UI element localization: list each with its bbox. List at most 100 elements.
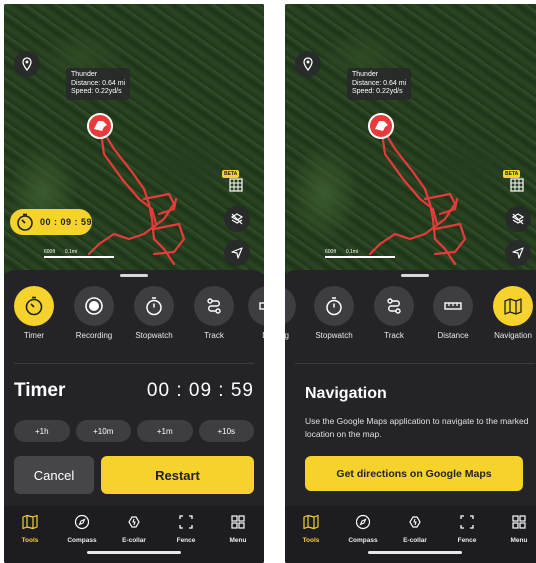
page-title: Navigation	[305, 385, 387, 402]
screen-navigation: Thunder Distance: 0.64 mi Speed: 0.22yd/…	[285, 4, 536, 563]
ruler-icon	[444, 302, 462, 310]
tool-label: Distance	[437, 331, 469, 340]
tab-bar: Tools Compass E-collar Fence Menu	[285, 506, 536, 563]
track-icon	[207, 298, 221, 314]
tab-label: Menu	[510, 537, 528, 544]
tool-label: Stopwatch	[135, 331, 173, 340]
dog-info-tooltip: Thunder Distance: 0.64 mi Speed: 0.22yd/…	[66, 68, 131, 100]
beta-badge: BETA	[222, 170, 240, 178]
dog-distance: Distance: 0.64 mi	[71, 79, 126, 87]
stopwatch-icon	[326, 297, 342, 316]
sheet-handle[interactable]	[120, 274, 148, 277]
tool-track[interactable]: Track	[187, 286, 241, 340]
navigation-arrow-icon	[512, 247, 524, 259]
map-grid-icon[interactable]	[229, 178, 243, 192]
tab-label: E-collar	[403, 537, 427, 544]
tab-compass[interactable]: Compass	[337, 514, 389, 544]
tab-label: Fence	[176, 537, 196, 544]
tool-recording-partial[interactable]: ng	[285, 286, 303, 340]
tool-timer[interactable]: Timer	[7, 286, 61, 340]
satellite-map[interactable]: Thunder Distance: 0.64 mi Speed: 0.22yd/…	[4, 4, 264, 274]
scale-left: 600ft	[325, 249, 337, 255]
distance-icon	[259, 302, 264, 310]
increment-buttons: +1h +10m +1m +10s	[14, 420, 254, 442]
tool-distance[interactable]: Distance	[426, 286, 480, 340]
sheet-handle[interactable]	[401, 274, 429, 277]
timer-display: 00 : 09 : 59	[146, 380, 254, 401]
tab-label: Fence	[457, 537, 477, 544]
tools-carousel[interactable]: ng Stopwatch Track Distance Navigation	[285, 286, 536, 346]
tab-label: E-collar	[122, 537, 146, 544]
navigation-arrow-icon	[231, 247, 243, 259]
divider	[14, 363, 254, 364]
location-pin-button[interactable]	[14, 51, 40, 77]
tools-carousel[interactable]: Timer Recording Stopwatch Track Dis	[4, 286, 264, 346]
tab-menu[interactable]: Menu	[493, 514, 536, 544]
menu-grid-icon	[512, 515, 526, 529]
dog-distance: Distance: 0.64 mi	[352, 79, 407, 87]
scale-right: 0.1mi	[345, 249, 359, 255]
track-icon	[387, 298, 401, 314]
timer-icon	[17, 213, 33, 231]
tab-e-collar[interactable]: E-collar	[389, 514, 441, 544]
add-1h-button[interactable]: +1h	[14, 420, 70, 442]
tab-bar: Tools Compass E-collar Fence Menu	[4, 506, 264, 563]
tab-fence[interactable]: Fence	[441, 514, 493, 544]
dog-name: Thunder	[352, 71, 379, 78]
layers-off-icon	[511, 213, 525, 225]
cancel-button[interactable]: Cancel	[14, 456, 94, 494]
timer-pill-time: 00 : 09 : 59	[39, 217, 93, 227]
my-location-button[interactable]	[505, 240, 531, 266]
map-scale: 600ft 0.1mi	[44, 249, 77, 255]
location-pin-button[interactable]	[295, 51, 321, 77]
timer-icon	[25, 296, 43, 316]
tool-label: Recording	[75, 331, 113, 340]
tab-menu[interactable]: Menu	[212, 514, 264, 544]
add-10m-button[interactable]: +10m	[75, 420, 131, 442]
record-icon	[285, 295, 287, 317]
tab-label: Tools	[21, 537, 39, 544]
tool-stopwatch[interactable]: Stopwatch	[307, 286, 361, 340]
tab-tools[interactable]: Tools	[4, 514, 56, 544]
my-location-button[interactable]	[224, 240, 250, 266]
tool-recording[interactable]: Recording	[67, 286, 121, 340]
tab-tools[interactable]: Tools	[285, 514, 337, 544]
satellite-map[interactable]: Thunder Distance: 0.64 mi Speed: 0.22yd/…	[285, 4, 536, 274]
scale-left: 600ft	[44, 249, 56, 255]
tool-navigation[interactable]: Navigation	[486, 286, 536, 340]
tab-label: Compass	[67, 537, 97, 544]
dog-track	[368, 113, 467, 266]
layers-off-button[interactable]	[224, 206, 250, 232]
tool-stopwatch[interactable]: Stopwatch	[127, 286, 181, 340]
fence-icon	[460, 515, 474, 529]
dog-name: Thunder	[71, 71, 98, 78]
record-icon	[85, 297, 103, 315]
location-pin-icon	[303, 57, 313, 71]
tool-label: Navigation	[494, 331, 532, 340]
compass-icon	[74, 514, 90, 530]
tab-compass[interactable]: Compass	[56, 514, 108, 544]
tab-e-collar[interactable]: E-collar	[108, 514, 160, 544]
map-tools-icon	[22, 514, 38, 530]
page-title: Timer	[14, 380, 66, 401]
location-pin-icon	[22, 57, 32, 71]
restart-button[interactable]: Restart	[101, 456, 254, 494]
dog-speed: Speed: 0.22yd/s	[71, 88, 122, 95]
tool-label: Stopwatch	[315, 331, 353, 340]
tool-distance-partial[interactable]: Dis	[241, 286, 264, 340]
e-collar-icon	[409, 516, 421, 528]
tool-track[interactable]: Track	[367, 286, 421, 340]
tool-label: Timer	[23, 331, 45, 340]
get-directions-button[interactable]: Get directions on Google Maps	[305, 456, 523, 491]
map-grid-icon[interactable]	[510, 178, 524, 192]
compass-icon	[355, 514, 371, 530]
tab-fence[interactable]: Fence	[160, 514, 212, 544]
add-10s-button[interactable]: +10s	[198, 420, 254, 442]
layers-off-button[interactable]	[505, 206, 531, 232]
home-indicator	[87, 551, 181, 554]
add-1m-button[interactable]: +1m	[137, 420, 193, 442]
timer-pill[interactable]: 00 : 09 : 59	[10, 209, 92, 235]
dog-info-tooltip: Thunder Distance: 0.64 mi Speed: 0.22yd/…	[347, 68, 412, 100]
tool-label: Dis	[241, 331, 264, 340]
scale-right: 0.1mi	[64, 249, 78, 255]
